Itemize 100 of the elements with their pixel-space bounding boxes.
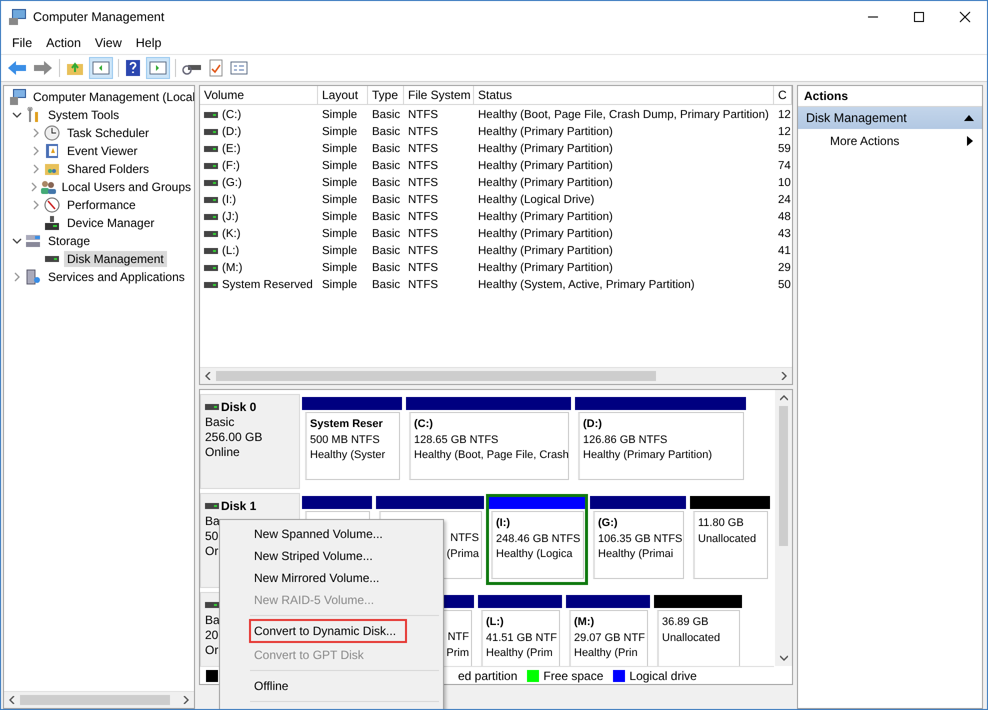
- table-cell: NTFS: [408, 210, 438, 222]
- table-cell: 43: [778, 228, 791, 240]
- table-cell: Simple: [322, 210, 358, 222]
- table-cell: Basic: [372, 210, 400, 222]
- table-cell: 12: [778, 108, 791, 120]
- table-cell: 59: [778, 142, 791, 154]
- disk-name: Disk 0: [221, 400, 256, 414]
- disk-info: Or: [205, 544, 218, 559]
- table-cell: Simple: [322, 126, 358, 138]
- window-title: Computer Management: [33, 10, 164, 24]
- table-cell: NTFS: [408, 126, 438, 138]
- table-cell: Basic: [372, 278, 400, 290]
- table-cell: System Reserved: [222, 278, 313, 290]
- disk-info: 256.00 GB: [205, 430, 262, 445]
- table-cell: Simple: [322, 160, 358, 172]
- table-cell: Healthy (Primary Partition): [478, 142, 613, 154]
- table-cell: (C:): [222, 108, 242, 120]
- partition-text: NTF: [448, 630, 469, 645]
- partition-text: Unallocated: [698, 532, 756, 546]
- partition-text: 106.35 GB NTFS: [598, 532, 682, 546]
- table-cell: Healthy (Primary Partition): [478, 160, 613, 172]
- table-cell: (F:): [222, 160, 240, 172]
- partition-text: Healthy (Syster: [310, 448, 386, 463]
- disk-info: 20: [205, 628, 218, 643]
- table-cell: 48: [778, 210, 791, 222]
- partition-text: NTFS: [450, 531, 479, 546]
- partition-text: 126.86 GB NTFS: [583, 432, 668, 448]
- table-cell: (J:): [222, 210, 239, 222]
- partition-text: System Reser: [310, 417, 383, 432]
- table-cell: Healthy (Logical Drive): [478, 194, 594, 206]
- table-cell: Basic: [372, 142, 400, 154]
- disk-info: Basic: [205, 415, 234, 430]
- partition-text: Healthy (Boot, Page File, Crash: [414, 448, 569, 463]
- table-cell: 24: [778, 194, 791, 206]
- table-cell: Healthy (Boot, Page File, Crash Dump, Primary Partition): [478, 108, 769, 120]
- partition-text: 11.80 GB: [698, 516, 744, 531]
- table-cell: 10: [778, 176, 791, 188]
- table-cell: (M:): [222, 262, 242, 274]
- table-cell: Healthy (Primary Partition): [478, 210, 613, 222]
- table-cell: NTFS: [408, 142, 438, 154]
- table-cell: Simple: [322, 278, 358, 290]
- table-cell: 12: [778, 126, 791, 138]
- table-cell: Simple: [322, 108, 358, 120]
- partition-text: Prim: [446, 646, 469, 660]
- disk-info: Ba: [205, 613, 220, 628]
- table-cell: Basic: [372, 228, 400, 240]
- partition-text: (D:): [583, 417, 602, 432]
- table-cell: NTFS: [408, 176, 438, 188]
- partition-text: Healthy (Prin: [574, 646, 638, 661]
- table-cell: Simple: [322, 244, 358, 256]
- table-cell: (E:): [222, 142, 241, 154]
- partition-text: Healthy (Primary Partition): [583, 448, 712, 463]
- table-cell: NTFS: [408, 244, 438, 256]
- disk-info: 50: [205, 529, 218, 544]
- partition-text: Healthy (Primai: [598, 547, 674, 562]
- partition-text: Healthy (Prim: [486, 646, 553, 661]
- table-cell: NTFS: [408, 108, 438, 120]
- partition-text: 36.89 GB: [662, 615, 708, 630]
- table-cell: Basic: [372, 108, 400, 120]
- table-cell: Basic: [372, 176, 400, 188]
- table-cell: Basic: [372, 126, 400, 138]
- table-cell: Healthy (Primary Partition): [478, 126, 613, 138]
- partition-text: 41.51 GB NTF: [486, 630, 557, 646]
- partition-text: (I:): [496, 516, 510, 531]
- table-cell: Simple: [322, 262, 358, 274]
- legend-label: Logical drive: [629, 668, 697, 682]
- disk-info: Online: [205, 445, 240, 460]
- disk-info: Ba: [205, 514, 220, 529]
- table-cell: (G:): [222, 176, 242, 188]
- table-cell: NTFS: [408, 160, 438, 172]
- disk-info: Or: [205, 643, 218, 658]
- table-cell: NTFS: [408, 262, 438, 274]
- table-cell: Healthy (Primary Partition): [478, 228, 613, 240]
- table-cell: 74: [778, 160, 791, 172]
- table-cell: NTFS: [408, 278, 438, 290]
- legend-label: Free space: [543, 668, 604, 682]
- table-cell: (K:): [222, 228, 241, 240]
- legend-label: ed partition: [458, 668, 518, 682]
- table-cell: Simple: [322, 194, 358, 206]
- table-cell: Simple: [322, 176, 358, 188]
- partition-text: 128.65 GB NTFS: [414, 432, 498, 448]
- partition-text: (Prima: [446, 546, 479, 562]
- partition-text: 29.07 GB NTF: [574, 630, 645, 646]
- table-cell: Basic: [372, 262, 400, 274]
- partition-text: (C:): [414, 417, 433, 432]
- partition-text: Healthy (Logica: [496, 547, 572, 562]
- partition-text: 248.46 GB NTFS: [496, 532, 580, 546]
- table-cell: Healthy (Primary Partition): [478, 176, 613, 188]
- table-cell: Basic: [372, 194, 400, 206]
- table-cell: Healthy (Primary Partition): [478, 244, 613, 256]
- partition-text: Unallocated: [662, 630, 720, 646]
- table-cell: (D:): [222, 126, 242, 138]
- partition-text: (L:): [486, 615, 504, 630]
- table-cell: 29: [778, 262, 791, 274]
- disk-name: Disk 1: [221, 499, 256, 513]
- table-cell: 41: [778, 244, 791, 256]
- partition-text: 500 MB NTFS: [310, 432, 380, 448]
- table-cell: Simple: [322, 142, 358, 154]
- table-cell: Basic: [372, 160, 400, 172]
- table-cell: 50: [778, 278, 791, 290]
